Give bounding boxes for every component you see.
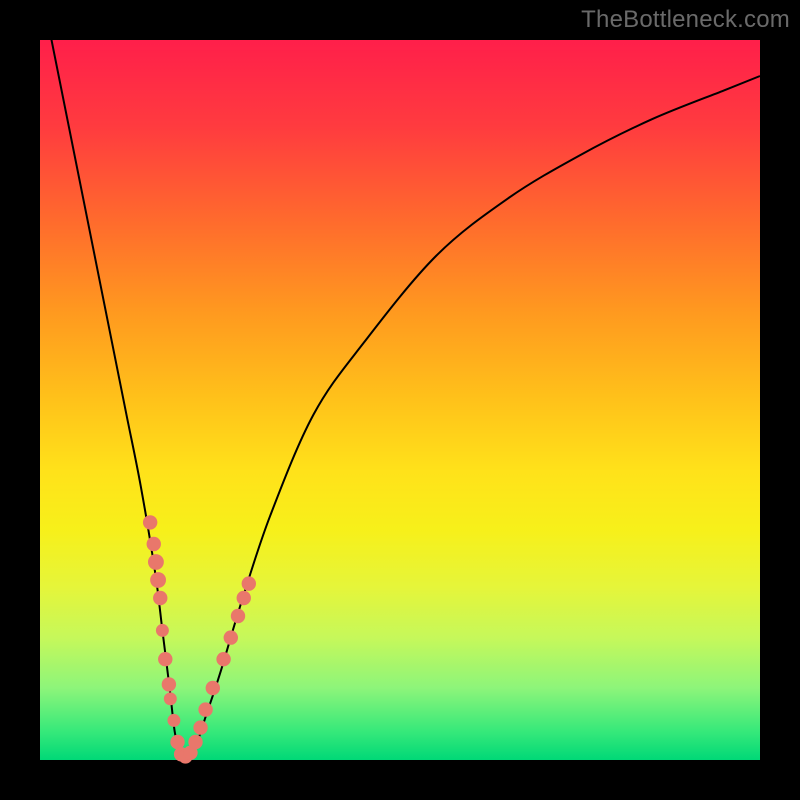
marker-dot <box>206 681 220 695</box>
bottleneck-curve <box>40 0 760 756</box>
marker-dot <box>216 652 230 666</box>
chart-frame: TheBottleneck.com <box>0 0 800 800</box>
plot-area <box>40 40 760 760</box>
marker-dot <box>156 624 169 637</box>
marker-dot <box>164 692 177 705</box>
marker-dot <box>170 735 184 749</box>
marker-dot <box>150 572 166 588</box>
marker-dot <box>231 609 245 623</box>
curve-markers <box>143 515 256 763</box>
curve-svg <box>40 40 760 760</box>
marker-dot <box>158 652 172 666</box>
marker-dot <box>224 630 238 644</box>
marker-dot <box>147 537 161 551</box>
marker-dot <box>193 720 207 734</box>
marker-dot <box>167 714 180 727</box>
marker-dot <box>143 515 157 529</box>
marker-dot <box>237 591 251 605</box>
marker-dot <box>242 576 256 590</box>
marker-dot <box>148 554 164 570</box>
marker-dot <box>153 591 167 605</box>
marker-dot <box>198 702 212 716</box>
marker-dot <box>162 677 176 691</box>
watermark-text: TheBottleneck.com <box>581 6 790 34</box>
marker-dot <box>188 735 202 749</box>
